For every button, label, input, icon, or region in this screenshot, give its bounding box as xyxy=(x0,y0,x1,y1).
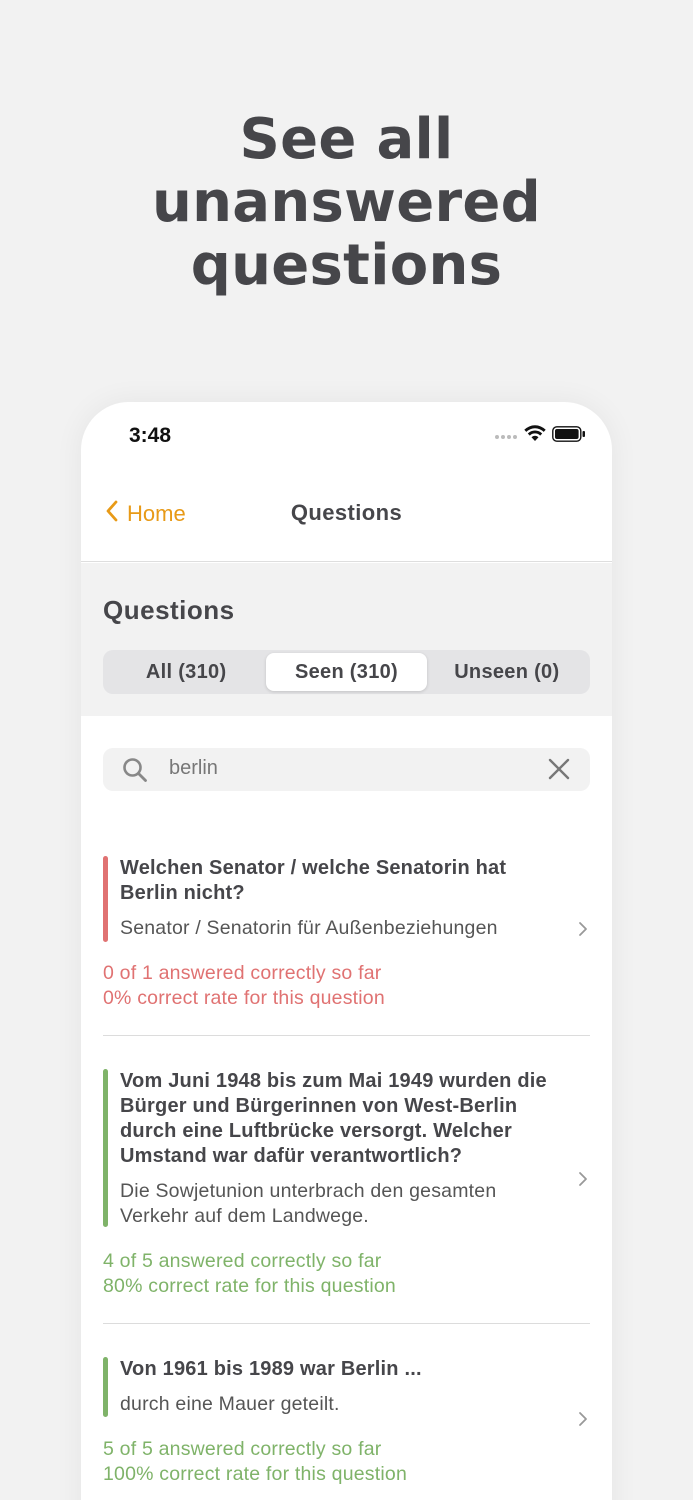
question-list: Welchen Senator / welche Senatorin hat B… xyxy=(81,832,612,1487)
phone-screen: 3:48 Home Questions Questions All (310) … xyxy=(81,402,612,1500)
headline-line-3: questions xyxy=(190,233,503,298)
list-item[interactable]: Vom Juni 1948 bis zum Mai 1949 wurden di… xyxy=(103,1036,590,1324)
headline-line-2: unanswered xyxy=(151,170,542,235)
question-stats: 0 of 1 answered correctly so far 0% corr… xyxy=(103,961,590,1011)
nav-title: Questions xyxy=(290,500,403,525)
answer-text: Senator / Senatorin für Außenbeziehungen xyxy=(120,917,498,939)
stat-rate: 80% correct rate for this question xyxy=(103,1275,396,1297)
section-title: Questions xyxy=(103,595,235,625)
filter-header: Questions All (310) Seen (310) Unseen (0… xyxy=(81,563,612,716)
segment-unseen[interactable]: Unseen (0) xyxy=(427,653,587,691)
signal-dots-icon xyxy=(494,427,518,445)
question-stats: 4 of 5 answered correctly so far 80% cor… xyxy=(103,1249,590,1299)
status-bar-marker xyxy=(103,1357,108,1417)
chevron-right-icon xyxy=(578,1171,588,1192)
segment-all[interactable]: All (310) xyxy=(106,653,266,691)
segment-seen[interactable]: Seen (310) xyxy=(266,653,427,691)
status-icons xyxy=(494,425,586,447)
list-item[interactable]: Von 1961 bis 1989 war Berlin ... durch e… xyxy=(103,1324,590,1487)
navigation-bar: Home Questions xyxy=(81,482,612,562)
answer-text: durch eine Mauer geteilt. xyxy=(120,1393,340,1415)
status-bar: 3:48 xyxy=(81,402,612,472)
segmented-control: All (310) Seen (310) Unseen (0) xyxy=(103,650,590,694)
stat-answered: 4 of 5 answered correctly so far xyxy=(103,1250,382,1272)
stat-answered: 5 of 5 answered correctly so far xyxy=(103,1438,382,1460)
stat-rate: 0% correct rate for this question xyxy=(103,987,385,1009)
status-bar-marker xyxy=(103,1069,108,1227)
search-input[interactable]: berlin xyxy=(169,757,218,780)
wifi-icon xyxy=(524,425,546,447)
chevron-right-icon xyxy=(578,1411,588,1432)
question-text: Von 1961 bis 1989 war Berlin ... xyxy=(120,1358,422,1380)
answer-text: Die Sowjetunion unterbrach den gesamten … xyxy=(120,1180,497,1227)
stat-answered: 0 of 1 answered correctly so far xyxy=(103,962,382,984)
list-item[interactable]: Welchen Senator / welche Senatorin hat B… xyxy=(103,832,590,1036)
status-time: 3:48 xyxy=(129,424,172,447)
status-bar-marker xyxy=(103,856,108,942)
battery-icon xyxy=(552,425,586,447)
question-text: Vom Juni 1948 bis zum Mai 1949 wurden di… xyxy=(120,1070,547,1167)
stat-rate: 100% correct rate for this question xyxy=(103,1463,407,1485)
chevron-right-icon xyxy=(578,921,588,942)
headline-line-1: See all xyxy=(239,107,454,172)
search-field[interactable]: berlin xyxy=(103,748,590,791)
headline: See all unanswered questions xyxy=(0,108,693,297)
question-stats: 5 of 5 answered correctly so far 100% co… xyxy=(103,1437,590,1487)
search-icon xyxy=(122,757,148,788)
question-text: Welchen Senator / welche Senatorin hat B… xyxy=(120,857,507,904)
clear-search-icon[interactable] xyxy=(548,758,570,785)
